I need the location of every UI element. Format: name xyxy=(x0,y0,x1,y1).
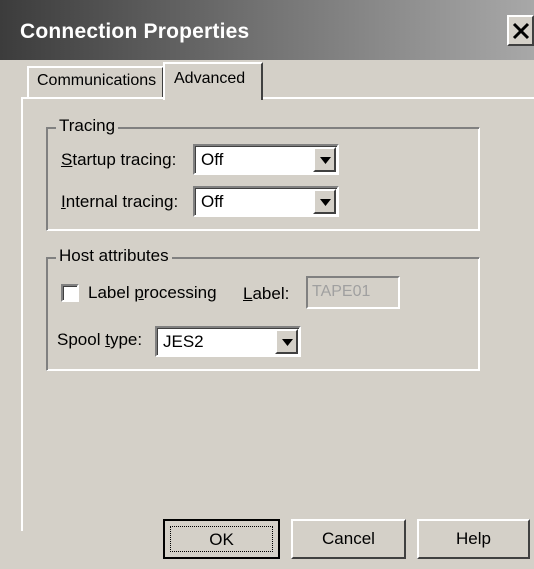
internal-tracing-label-text: nternal tracing: xyxy=(65,192,179,211)
internal-tracing-dropdown-button[interactable] xyxy=(313,189,336,214)
cancel-button-label: Cancel xyxy=(322,529,375,548)
chevron-down-icon xyxy=(320,157,331,164)
label-field-label-text: abel: xyxy=(252,284,290,303)
internal-tracing-value: Off xyxy=(201,192,224,211)
label-processing-rest: rocessing xyxy=(143,283,217,302)
label-processing-mnemonic: p xyxy=(134,283,144,302)
label-processing-checkbox[interactable] xyxy=(61,284,79,302)
startup-tracing-select[interactable]: Off xyxy=(193,144,339,175)
label-processing-prefix: Label xyxy=(88,283,135,302)
spool-type-label: Spool type: xyxy=(57,330,142,350)
spool-type-value: JES2 xyxy=(163,332,204,351)
help-button[interactable]: Help xyxy=(417,519,530,559)
internal-tracing-label: Internal tracing: xyxy=(61,192,178,212)
chevron-down-icon xyxy=(320,199,331,206)
startup-tracing-label-text: tartup tracing: xyxy=(72,150,177,169)
ok-button[interactable]: OK xyxy=(163,519,280,559)
ok-button-focus-rect: OK xyxy=(170,526,273,552)
spool-type-prefix: Spool xyxy=(57,330,106,349)
internal-tracing-select[interactable]: Off xyxy=(193,186,339,217)
spool-type-select[interactable]: JES2 xyxy=(155,326,301,357)
tracing-legend: Tracing xyxy=(56,116,119,136)
startup-tracing-dropdown-button[interactable] xyxy=(313,147,336,172)
startup-tracing-mnemonic: S xyxy=(61,150,73,169)
spool-type-dropdown-button[interactable] xyxy=(275,329,298,354)
host-attributes-legend: Host attributes xyxy=(56,246,172,266)
ok-button-label: OK xyxy=(209,530,234,549)
startup-tracing-value: Off xyxy=(201,150,224,169)
chevron-down-icon xyxy=(282,339,293,346)
connection-properties-dialog: Connection Properties Communications Adv… xyxy=(0,0,534,569)
spool-type-rest: ype: xyxy=(109,330,143,349)
label-processing-label[interactable]: Label processing xyxy=(88,283,217,303)
cancel-button[interactable]: Cancel xyxy=(291,519,406,559)
startup-tracing-label: Startup tracing: xyxy=(61,150,176,170)
label-field-label: Label: xyxy=(243,284,289,304)
label-field-input[interactable]: TAPE01 xyxy=(306,276,400,309)
help-button-label: Help xyxy=(456,529,491,548)
